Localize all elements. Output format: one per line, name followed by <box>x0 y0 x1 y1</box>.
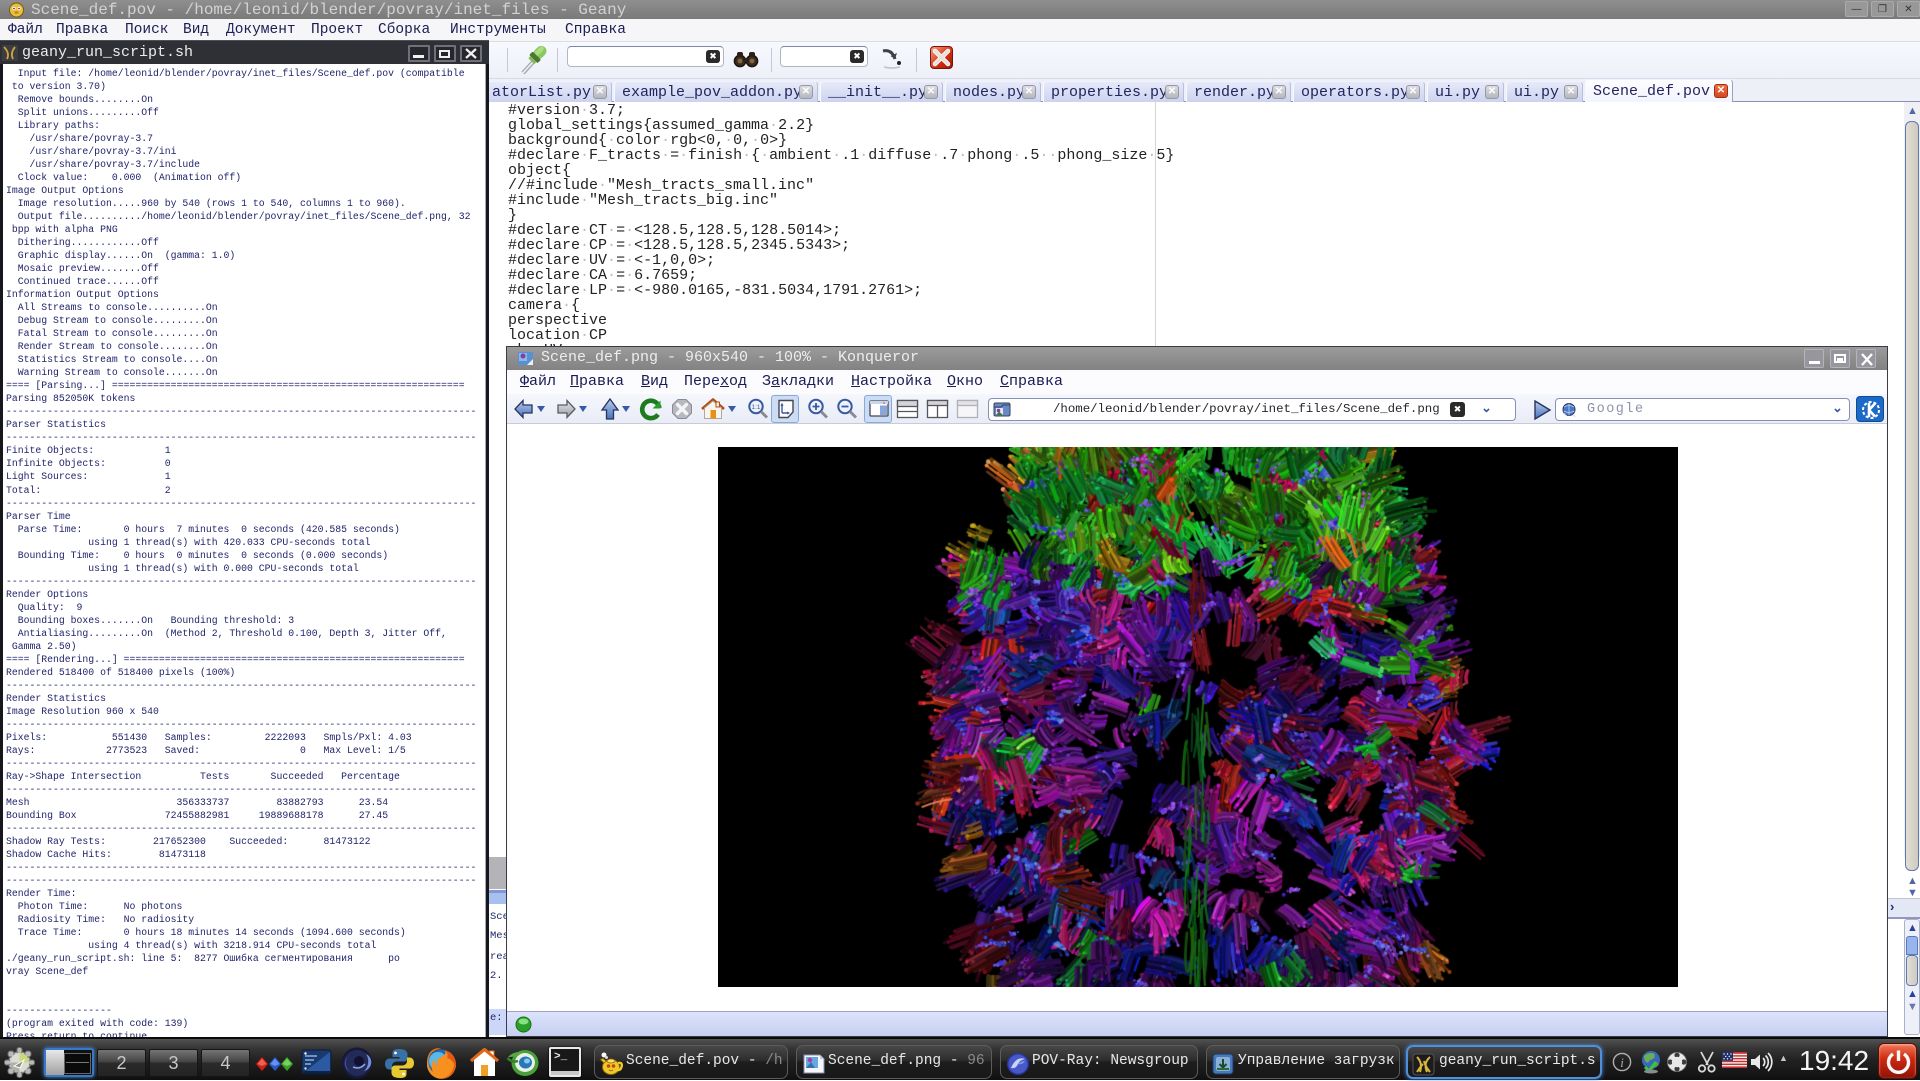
svg-text:1:1: 1:1 <box>751 404 760 411</box>
svg-text:i: i <box>1620 1055 1624 1070</box>
